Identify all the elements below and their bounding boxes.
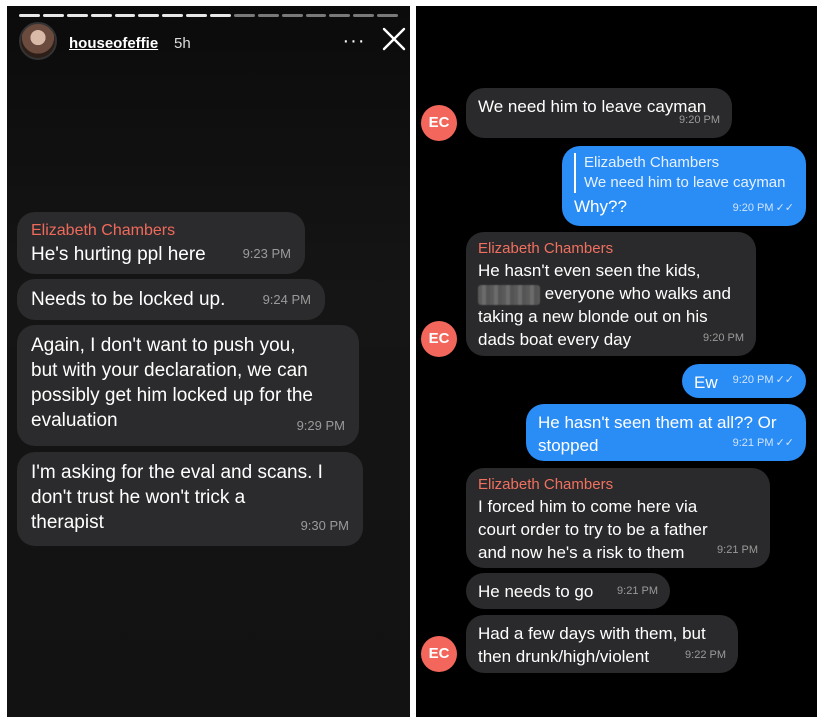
story-progress-bar: [19, 14, 398, 17]
quote-sender: Elizabeth Chambers: [584, 154, 720, 171]
message-time: 9:21 PM ✓✓: [732, 437, 794, 449]
contact-avatar: EC: [421, 105, 457, 141]
profile-avatar[interactable]: [19, 22, 57, 60]
message-time: 9:20 PM ✓✓: [732, 374, 794, 386]
message-bubble: Needs to be locked up. 9:24 PM: [17, 279, 325, 320]
quoted-message: Elizabeth Chambers We need him to leave …: [574, 153, 794, 193]
message-time: 9:23 PM: [242, 246, 291, 261]
contact-avatar: EC: [421, 636, 457, 672]
message-bubble: Again, I don't want to push you, but wit…: [17, 325, 359, 446]
redacted-text: [478, 284, 540, 305]
read-receipt-icon: ✓✓: [775, 202, 794, 214]
outgoing-message: He hasn't seen them at all?? Or stopped …: [526, 404, 806, 461]
quote-text: We need him to leave cayman: [584, 174, 786, 191]
message-time: 9:21 PM: [717, 544, 758, 556]
story-username[interactable]: houseofeffie: [69, 35, 158, 52]
sender-name: Elizabeth Chambers: [478, 476, 614, 493]
incoming-message: Had a few days with them, but then drunk…: [466, 615, 738, 673]
message-bubble: Elizabeth Chambers He's hurting ppl here…: [17, 212, 305, 274]
contact-avatar: EC: [421, 321, 457, 357]
sender-name: Elizabeth Chambers: [478, 240, 614, 257]
message-time: 9:24 PM: [262, 292, 311, 307]
incoming-message: Elizabeth Chambers He hasn't even seen t…: [466, 232, 756, 356]
incoming-message: Elizabeth Chambers I forced him to come …: [466, 468, 770, 568]
read-receipt-icon: ✓✓: [775, 437, 794, 449]
chat-panel: EC We need him to leave cayman 9:20 PM E…: [416, 6, 817, 717]
story-panel: houseofeffie 5h ··· Elizabeth Chambers H…: [7, 6, 410, 717]
message-time: 9:21 PM: [617, 585, 658, 597]
message-text: I forced him to come here via court orde…: [478, 497, 708, 562]
more-options-button[interactable]: ···: [340, 28, 368, 58]
sender-name: Elizabeth Chambers: [31, 222, 176, 239]
message-time: 9:20 PM: [703, 332, 744, 344]
incoming-message: He needs to go 9:21 PM: [466, 573, 670, 609]
close-icon[interactable]: [379, 24, 409, 54]
read-receipt-icon: ✓✓: [775, 374, 794, 386]
message-time: 9:22 PM: [685, 649, 726, 661]
outgoing-message: Ew 9:20 PM ✓✓: [682, 364, 806, 398]
incoming-message: We need him to leave cayman 9:20 PM: [466, 88, 732, 138]
message-bubble: I'm asking for the eval and scans. I don…: [17, 452, 363, 546]
message-time: 9:30 PM: [300, 518, 349, 533]
outgoing-message: Elizabeth Chambers We need him to leave …: [562, 146, 806, 226]
message-time: 9:29 PM: [296, 418, 345, 433]
message-time: 9:20 PM ✓✓: [732, 202, 794, 214]
story-time-ago: 5h: [174, 35, 191, 52]
message-time: 9:20 PM: [679, 114, 720, 126]
